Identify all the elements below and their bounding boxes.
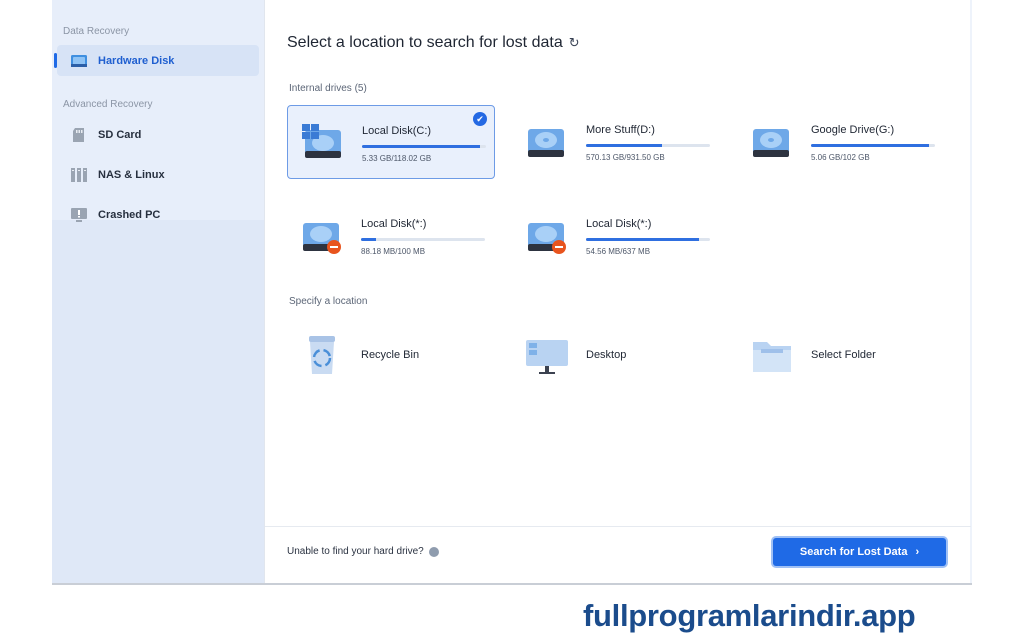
screenshot: Data Recovery Hardware Disk Advanced Rec… (0, 0, 1024, 642)
drive-usage-bar (586, 144, 710, 147)
location-recycle-bin[interactable]: Recycle Bin (287, 330, 487, 380)
page-title: Select a location to search for lost dat… (287, 34, 580, 52)
drive-size: 5.06 GB/102 GB (811, 153, 870, 162)
drive-usage-fill (811, 144, 929, 147)
sidebar-item-nas-linux[interactable]: NAS & Linux (57, 159, 259, 190)
location-select-folder[interactable]: Select Folder (737, 330, 937, 380)
location-name: Desktop (586, 349, 627, 361)
internal-drives-label: Internal drives (5) (289, 83, 367, 94)
app-window: Data Recovery Hardware Disk Advanced Rec… (52, 0, 972, 585)
hard-drive-error-icon (528, 223, 566, 254)
drive-size: 88.18 MB/100 MB (361, 247, 426, 256)
sidebar-item-label: Crashed PC (98, 208, 161, 221)
sidebar-item-hardware-disk[interactable]: Hardware Disk (54, 45, 259, 76)
drive-name: Google Drive(G:) (811, 124, 895, 136)
desktop-icon (526, 340, 568, 374)
nas-icon (71, 167, 87, 182)
drive-usage-bar (811, 144, 935, 147)
drive-usage-bar (362, 145, 486, 148)
main-panel: Select a location to search for lost dat… (264, 0, 971, 583)
help-hint-text: Unable to find your hard drive? (287, 546, 424, 557)
drive-name: More Stuff(D:) (586, 124, 655, 136)
section-advanced-recovery: Advanced Recovery (63, 99, 153, 110)
section-data-recovery: Data Recovery (63, 26, 130, 37)
recycle-bin-icon (309, 336, 335, 374)
drive-local-disk-unknown-1[interactable]: Local Disk(*:) 88.18 MB/100 MB (287, 199, 495, 273)
sidebar-lower-panel (52, 220, 264, 583)
drive-size: 570.13 GB/931.50 GB (586, 153, 665, 162)
drive-size: 5.33 GB/118.02 GB (362, 154, 432, 163)
sidebar-item-crashed-pc[interactable]: Crashed PC (57, 199, 259, 230)
drive-usage-fill (586, 238, 699, 241)
active-indicator (54, 53, 57, 68)
sd-card-icon (73, 127, 84, 142)
help-hint[interactable]: Unable to find your hard drive? (287, 546, 439, 557)
sidebar: Data Recovery Hardware Disk Advanced Rec… (52, 0, 264, 583)
chevron-right-icon: › (915, 546, 920, 558)
drive-usage-fill (586, 144, 662, 147)
drive-size: 54.56 MB/637 MB (586, 247, 651, 256)
hard-disk-icon (71, 54, 87, 67)
drive-name: Local Disk(*:) (361, 218, 427, 230)
drive-name: Local Disk(*:) (586, 218, 652, 230)
sidebar-item-sd-card[interactable]: SD Card (57, 119, 259, 150)
drive-name: Local Disk(C:) (362, 125, 432, 137)
location-desktop[interactable]: Desktop (512, 330, 712, 380)
folder-icon (753, 342, 791, 372)
hard-drive-icon (528, 129, 564, 157)
drive-usage-bar (586, 238, 710, 241)
drive-usage-bar (361, 238, 485, 241)
search-for-lost-data-button[interactable]: Search for Lost Data › (773, 538, 946, 566)
search-button-label: Search for Lost Data (799, 546, 908, 558)
location-name: Select Folder (811, 349, 876, 361)
drive-google-drive-g[interactable]: Google Drive(G:) 5.06 GB/102 GB (737, 105, 945, 179)
refresh-icon[interactable]: ↻ (569, 35, 580, 51)
windows-drive-icon (302, 124, 341, 158)
page-title-text: Select a location to search for lost dat… (287, 34, 563, 51)
location-name: Recycle Bin (361, 349, 420, 361)
sidebar-item-label: NAS & Linux (98, 168, 165, 181)
sidebar-item-label: SD Card (98, 128, 142, 141)
drive-local-disk-c[interactable]: Local Disk(C:) 5.33 GB/118.02 GB ✔ (287, 105, 495, 179)
watermark-text: fullprogramlarindir.app (583, 598, 916, 633)
drive-more-stuff-d[interactable]: More Stuff(D:) 570.13 GB/931.50 GB (512, 105, 720, 179)
crashed-pc-icon (71, 207, 87, 222)
drive-usage-fill (362, 145, 480, 148)
drive-local-disk-unknown-2[interactable]: Local Disk(*:) 54.56 MB/637 MB (512, 199, 720, 273)
specify-location-label: Specify a location (289, 296, 368, 307)
sidebar-item-label: Hardware Disk (98, 54, 175, 67)
help-icon[interactable] (428, 546, 439, 557)
drive-usage-fill (361, 238, 376, 241)
hard-drive-icon (753, 129, 789, 157)
footer-divider (265, 526, 971, 527)
selected-check-icon: ✔ (473, 112, 487, 126)
hard-drive-error-icon (303, 223, 341, 254)
